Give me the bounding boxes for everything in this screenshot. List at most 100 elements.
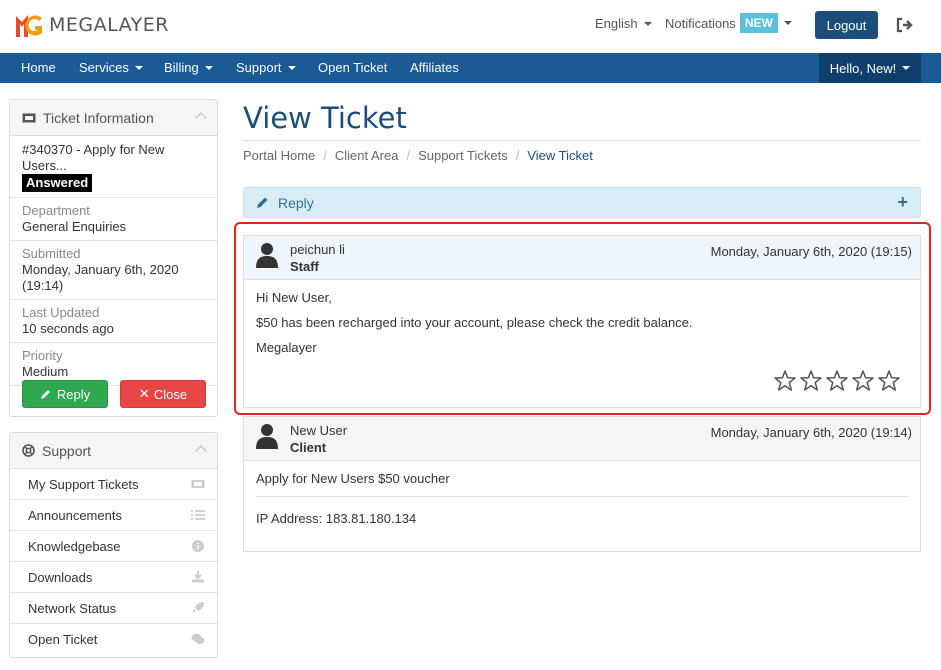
panel-title: Ticket Information — [43, 109, 154, 126]
status-badge: Answered — [22, 174, 93, 192]
nav-affiliates-label: Affiliates — [410, 60, 459, 75]
expand-plus-icon[interactable]: + — [897, 192, 908, 213]
reply-panel-toggle[interactable]: Reply + — [243, 187, 921, 218]
notifications-label: Notifications — [665, 15, 736, 31]
message-author: New User — [290, 423, 348, 438]
submitted-label: Submitted — [22, 246, 81, 261]
breadcrumb-separator: / — [406, 148, 411, 163]
caret-down-icon — [287, 66, 296, 70]
breadcrumb-client-area[interactable]: Client Area — [335, 148, 399, 163]
language-label: English — [595, 16, 638, 31]
sidebar-item-open-ticket[interactable]: Open Ticket — [10, 624, 217, 655]
reply-bar-label: Reply — [278, 194, 314, 211]
caret-down-icon — [902, 66, 911, 70]
chevron-up-icon[interactable] — [195, 445, 207, 457]
rocket-icon — [192, 602, 204, 613]
chevron-up-icon[interactable] — [195, 112, 207, 124]
close-icon: ✕ — [138, 386, 150, 401]
reply-button-label: Reply — [56, 386, 91, 402]
title-divider — [243, 140, 921, 141]
message-line: Apply for New Users $50 voucher — [256, 471, 450, 486]
comments-icon — [191, 633, 205, 644]
site-header: MEGALAYER English Notifications NEW Logo… — [0, 0, 941, 53]
account-menu[interactable]: Hello, New! — [819, 53, 921, 83]
submitted-row: Submitted Monday, January 6th, 2020 (19:… — [10, 241, 217, 300]
sidebar-item-announcements[interactable]: Announcements — [10, 500, 217, 531]
submitted-time: (19:14) — [22, 278, 64, 293]
pencil-icon — [257, 197, 268, 208]
ticket-subject: #340370 - Apply for New Users... — [22, 142, 165, 173]
close-ticket-button[interactable]: ✕ Close — [120, 380, 206, 408]
nav-affiliates[interactable]: Affiliates — [410, 53, 459, 83]
nav-support-label: Support — [236, 60, 282, 75]
sidebar-item-label: Network Status — [28, 600, 117, 616]
sidebar-item-label: Knowledgebase — [28, 538, 121, 554]
reply-button[interactable]: Reply — [22, 380, 108, 408]
department-row: Department General Enquiries — [10, 198, 217, 241]
life-ring-icon — [22, 444, 35, 457]
language-dropdown[interactable]: English — [595, 16, 652, 31]
brand-name: MEGALAYER — [49, 14, 169, 36]
breadcrumb-support-tickets[interactable]: Support Tickets — [418, 148, 508, 163]
nav-billing-label: Billing — [164, 60, 199, 75]
breadcrumb: Portal Home / Client Area / Support Tick… — [243, 148, 593, 163]
sidebar-item-knowledgebase[interactable]: Knowledgebase — [10, 531, 217, 562]
ip-address: IP Address: 183.81.180.134 — [256, 511, 417, 526]
priority-value: Medium — [22, 364, 69, 379]
main-navbar: Home Services Billing Support Open Ticke… — [0, 53, 941, 83]
nav-services[interactable]: Services — [79, 53, 143, 83]
sidebar-item-label: My Support Tickets — [28, 476, 139, 492]
panel-title: Support — [42, 442, 92, 459]
submitted-date: Monday, January 6th, 2020 — [22, 262, 179, 277]
support-panel-header[interactable]: Support — [10, 433, 217, 469]
divider — [256, 496, 908, 497]
logout-button[interactable]: Logout — [815, 11, 878, 39]
ticket-icon — [191, 480, 205, 488]
message-body: Apply for New Users $50 voucher IP Addre… — [244, 461, 920, 546]
breadcrumb-separator: / — [323, 148, 327, 163]
caret-down-icon — [783, 21, 792, 25]
ticket-information-header[interactable]: Ticket Information — [10, 100, 217, 136]
ticket-subject-row: #340370 - Apply for New Users... Answere… — [10, 136, 217, 198]
ticket-message-client: New User Client Monday, January 6th, 202… — [243, 416, 921, 552]
breadcrumb-separator: / — [515, 148, 520, 163]
close-button-label: Close — [153, 386, 188, 402]
account-greeting: Hello, New! — [829, 60, 897, 76]
nav-support[interactable]: Support — [236, 53, 296, 83]
message-header: New User Client Monday, January 6th, 202… — [244, 417, 920, 461]
breadcrumb-portal-home[interactable]: Portal Home — [243, 148, 315, 163]
sidebar-item-downloads[interactable]: Downloads — [10, 562, 217, 593]
department-label: Department — [22, 203, 90, 218]
last-updated-row: Last Updated 10 seconds ago — [10, 300, 217, 343]
sign-out-icon[interactable] — [896, 17, 914, 33]
ticket-icon — [22, 113, 36, 122]
caret-down-icon — [643, 21, 652, 26]
megalayer-logo-icon — [16, 15, 42, 37]
page-title: View Ticket — [243, 101, 407, 135]
sidebar-item-my-support-tickets[interactable]: My Support Tickets — [10, 469, 217, 500]
highlight-box — [234, 222, 931, 415]
message-role: Client — [290, 440, 327, 455]
priority-label: Priority — [22, 348, 63, 363]
notifications-dropdown[interactable]: Notifications NEW — [665, 13, 792, 33]
message-date: Monday, January 6th, 2020 (19:14) — [710, 425, 912, 440]
breadcrumb-view-ticket: View Ticket — [527, 148, 593, 163]
nav-billing[interactable]: Billing — [164, 53, 213, 83]
brand-logo[interactable]: MEGALAYER — [15, 12, 169, 38]
ticket-information-panel: Ticket Information #340370 - Apply for N… — [9, 99, 218, 417]
department-value: General Enquiries — [22, 219, 127, 234]
last-updated-label: Last Updated — [22, 305, 100, 320]
nav-services-label: Services — [79, 60, 129, 75]
pencil-icon — [40, 390, 50, 399]
sidebar-item-label: Open Ticket — [28, 632, 98, 647]
nav-home[interactable]: Home — [21, 53, 56, 83]
download-icon — [192, 571, 204, 583]
nav-open-ticket[interactable]: Open Ticket — [318, 53, 387, 83]
last-updated-value: 10 seconds ago — [22, 321, 114, 336]
nav-home-label: Home — [21, 60, 56, 75]
caret-down-icon — [204, 66, 213, 70]
sidebar-item-network-status[interactable]: Network Status — [10, 593, 217, 624]
sidebar-item-label: Downloads — [28, 569, 93, 585]
notifications-new-badge: NEW — [739, 13, 778, 33]
nav-open-ticket-label: Open Ticket — [318, 60, 388, 75]
